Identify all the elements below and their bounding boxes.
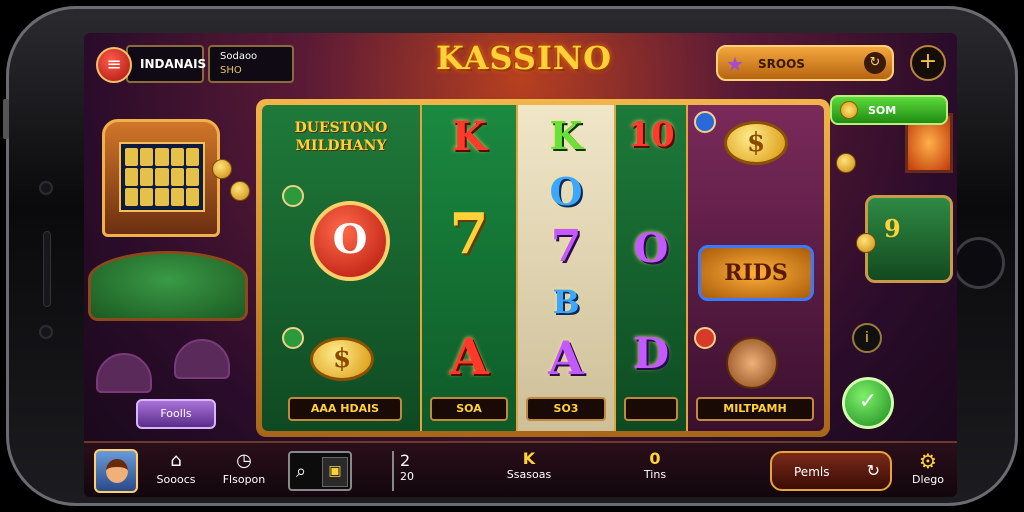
coins-value: SROOS (758, 57, 805, 71)
stat-value: 0 (649, 449, 661, 468)
reels-area: DUESTONO MILDHANY O $ AAA HDAIS K 7 A SO… (262, 105, 824, 431)
reel-5: $ RIDS MILTPAMH (688, 105, 824, 431)
bottom-bar: ⌂ Sooocs ◷ Flsopon ⌕ ▣ 2 20 K Ssasoas 0 (84, 441, 957, 497)
menu-icon[interactable]: ≡ (96, 47, 132, 83)
reel-label: AAA HDAIS (288, 397, 402, 421)
balance-value: Sodaoo (220, 51, 258, 62)
reel-symbol: O (549, 169, 583, 214)
game-logo: KASSINO (436, 39, 612, 77)
stat-label: Tins (643, 468, 667, 481)
gem-icon (694, 111, 716, 133)
balance-sub: SHO (220, 65, 242, 76)
info-icon[interactable]: i (852, 323, 882, 353)
clock-icon: ◷ (236, 450, 252, 471)
casino-background-right: 9 (827, 103, 957, 423)
spin-button[interactable]: ✓ (842, 377, 894, 429)
slot-game-title: DUESTONO MILDHANY (294, 120, 388, 154)
reel-symbol: A (548, 331, 584, 385)
nav-item-history[interactable]: ◷ Flsopon (214, 449, 274, 486)
reel-symbol: 7 (550, 221, 582, 272)
bet-symbol: 2 (400, 451, 411, 470)
reel-3: K O 7 B A SO3 (518, 105, 616, 431)
nav-label: Flsopon (222, 473, 266, 486)
reel-1: DUESTONO MILDHANY O $ AAA HDAIS (262, 105, 422, 431)
coin-symbol: $ (724, 121, 788, 165)
bonus-coins-label: SOM (868, 104, 897, 117)
refresh-icon[interactable]: ↻ (864, 52, 886, 74)
bar-stool (96, 353, 152, 393)
nav-label: Sooocs (156, 473, 196, 486)
coins-display[interactable]: ★ SROOS ↻ (716, 45, 894, 81)
slot-machine-display (119, 142, 205, 212)
poker-table (88, 251, 248, 321)
machine-number: 9 (884, 214, 901, 243)
coin-icon (230, 181, 250, 201)
reel-symbol: A (449, 327, 489, 386)
speaker-grille (43, 231, 51, 307)
phone-frame: Foolls 9 i ✓ INDANAIS ≡ Sodaoo SHO KASSI… (3, 6, 1018, 506)
player-name: INDANAIS (126, 45, 206, 83)
reel-2: K 7 A SOA (422, 105, 518, 431)
reel-symbol: D (632, 329, 670, 378)
avatar[interactable] (94, 449, 138, 493)
pirate-symbol (726, 337, 778, 389)
game-screen: Foolls 9 i ✓ INDANAIS ≡ Sodaoo SHO KASSI… (84, 33, 957, 497)
nav-item-home[interactable]: ⌂ Sooocs (146, 449, 206, 486)
stat-label: Ssasoas (506, 468, 552, 481)
reel-symbol: 10 (627, 115, 675, 155)
reel-symbol: K (451, 113, 487, 160)
coin-icon (212, 159, 232, 179)
stat-value: K (522, 449, 536, 468)
volume-button (3, 99, 9, 139)
coin-icon (840, 101, 858, 119)
reel-symbol: B (552, 283, 580, 321)
settings-label: Dlego (911, 473, 944, 486)
gem-icon (282, 327, 304, 349)
stat-sessions: K Ssasoas (494, 449, 564, 481)
reel-4: 10 O D (616, 105, 688, 431)
sensor (39, 325, 53, 339)
stat-spins: 0 Tins (630, 449, 680, 481)
reel-symbol: O (633, 225, 669, 272)
reel-symbol: O (310, 201, 390, 281)
reel-label (624, 397, 678, 421)
slot-reels-frame: DUESTONO MILDHANY O $ AAA HDAIS K 7 A SO… (256, 99, 830, 437)
reel-label: SO3 (526, 397, 606, 421)
bet-display: 2 20 (392, 451, 436, 491)
coin-symbol: $ (310, 337, 374, 381)
reel-symbol: 7 (449, 201, 489, 267)
bonus-coins-button[interactable]: SOM (830, 95, 948, 125)
home-button[interactable] (953, 237, 1005, 289)
search-button[interactable]: ⌕ ▣ (288, 451, 352, 491)
casino-background-left (84, 103, 254, 423)
top-bar: INDANAIS ≡ Sodaoo SHO KASSINO ★ SROOS ↻ … (84, 33, 957, 125)
refresh-icon: ↻ (866, 461, 880, 480)
gear-icon: ⚙ (919, 449, 937, 473)
settings-button[interactable]: ⚙ Dlego (904, 449, 952, 486)
coin-icon (836, 153, 856, 173)
gem-icon (282, 185, 304, 207)
add-coins-button[interactable]: + (910, 45, 946, 81)
balance-display: Sodaoo SHO (208, 45, 294, 83)
reel-label: SOA (430, 397, 508, 421)
lock-icon: ▣ (322, 457, 348, 487)
star-icon: ★ (726, 52, 744, 76)
bonus-symbol: RIDS (698, 245, 814, 301)
coin-icon (856, 233, 876, 253)
bar-stool (174, 339, 230, 379)
bet-button[interactable]: Pemls ↻ (770, 451, 892, 491)
background-slot-machine (102, 119, 220, 237)
home-icon: ⌂ (170, 450, 182, 471)
reel-label: MILTPAMH (696, 397, 814, 421)
search-icon: ⌕ (296, 461, 307, 482)
bet-value: 20 (400, 470, 414, 483)
front-camera (39, 181, 53, 195)
reel-symbol: K (549, 113, 583, 158)
gem-icon (694, 327, 716, 349)
background-roulette-machine: 9 (865, 195, 953, 283)
bet-label: Pemls (794, 465, 830, 479)
paytable-button[interactable]: Foolls (136, 399, 216, 429)
